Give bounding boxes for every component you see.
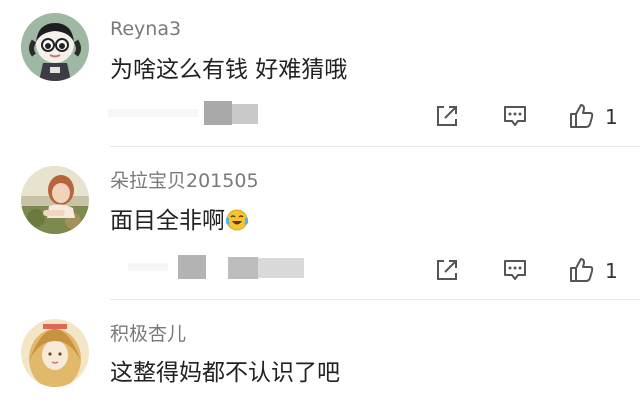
comment-username[interactable]: 朵拉宝贝201505 — [110, 169, 259, 193]
user-avatar[interactable] — [21, 319, 89, 387]
comment-text: 为啥这么有钱 好难猜哦 — [110, 57, 348, 83]
comment-timestamp-blurred — [128, 255, 308, 279]
user-avatar[interactable] — [21, 13, 89, 81]
like-count: 1 — [605, 259, 618, 283]
comment-text: 面目全非啊 — [110, 206, 248, 236]
reply-comment-icon[interactable] — [501, 102, 529, 130]
comment-item: 朵拉宝贝201505 面目全非啊 1 — [0, 147, 640, 299]
comment-text: 这整得妈都不认识了吧 — [110, 360, 340, 386]
comment-username[interactable]: 积极杏儿 — [110, 322, 186, 346]
reply-comment-icon[interactable] — [501, 256, 529, 284]
share-forward-icon[interactable] — [433, 256, 461, 284]
user-avatar[interactable] — [21, 166, 89, 234]
thumbs-up-icon[interactable] — [567, 256, 595, 284]
comment-timestamp-blurred — [108, 101, 258, 125]
comment-username[interactable]: Reyna3 — [110, 17, 181, 41]
like-count: 1 — [605, 105, 618, 129]
comment-item: Reyna3 为啥这么有钱 好难猜哦 1 — [0, 0, 640, 146]
thumbs-up-icon[interactable] — [567, 102, 595, 130]
share-forward-icon[interactable] — [433, 102, 461, 130]
comment-text-value: 面目全非啊 — [110, 208, 225, 234]
laughing-crying-emoji-icon — [226, 209, 248, 231]
comment-item: 积极杏儿 这整得妈都不认识了吧 — [0, 300, 640, 407]
